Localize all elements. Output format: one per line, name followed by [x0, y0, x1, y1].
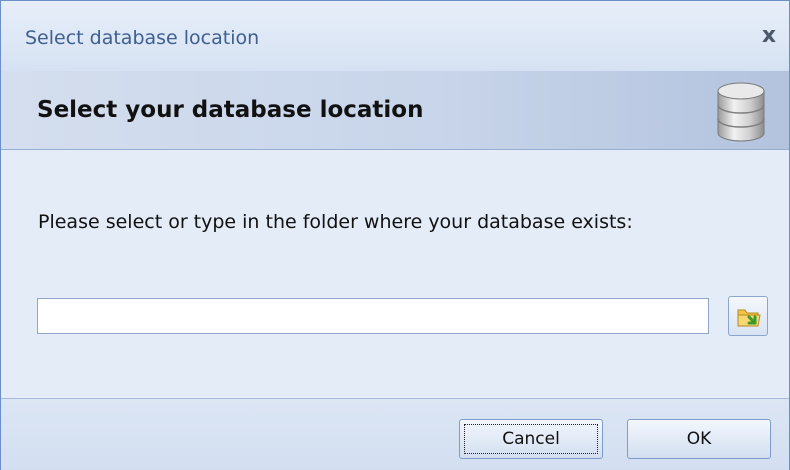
close-button[interactable]: x [757, 23, 781, 49]
browse-folder-button[interactable] [728, 296, 768, 336]
cancel-button[interactable]: Cancel [459, 419, 603, 459]
dialog-window: Select database location x Select your d… [0, 0, 790, 470]
window-title: Select database location [25, 27, 260, 49]
ok-button[interactable]: OK [627, 419, 771, 459]
ok-button-label: OK [686, 429, 712, 449]
header-band: Select your database location [1, 71, 789, 150]
cancel-button-label: Cancel [502, 429, 560, 449]
close-icon: x [761, 23, 777, 48]
prompt-text: Please select or type in the folder wher… [38, 211, 633, 233]
database-folder-input[interactable] [37, 298, 709, 334]
header-title: Select your database location [37, 97, 424, 123]
database-icon [717, 82, 765, 142]
dialog-footer: Cancel OK [1, 398, 789, 470]
folder-browse-icon [737, 309, 761, 327]
title-bar[interactable]: Select database location x [1, 1, 789, 72]
dialog-content: Please select or type in the folder wher… [1, 150, 789, 398]
